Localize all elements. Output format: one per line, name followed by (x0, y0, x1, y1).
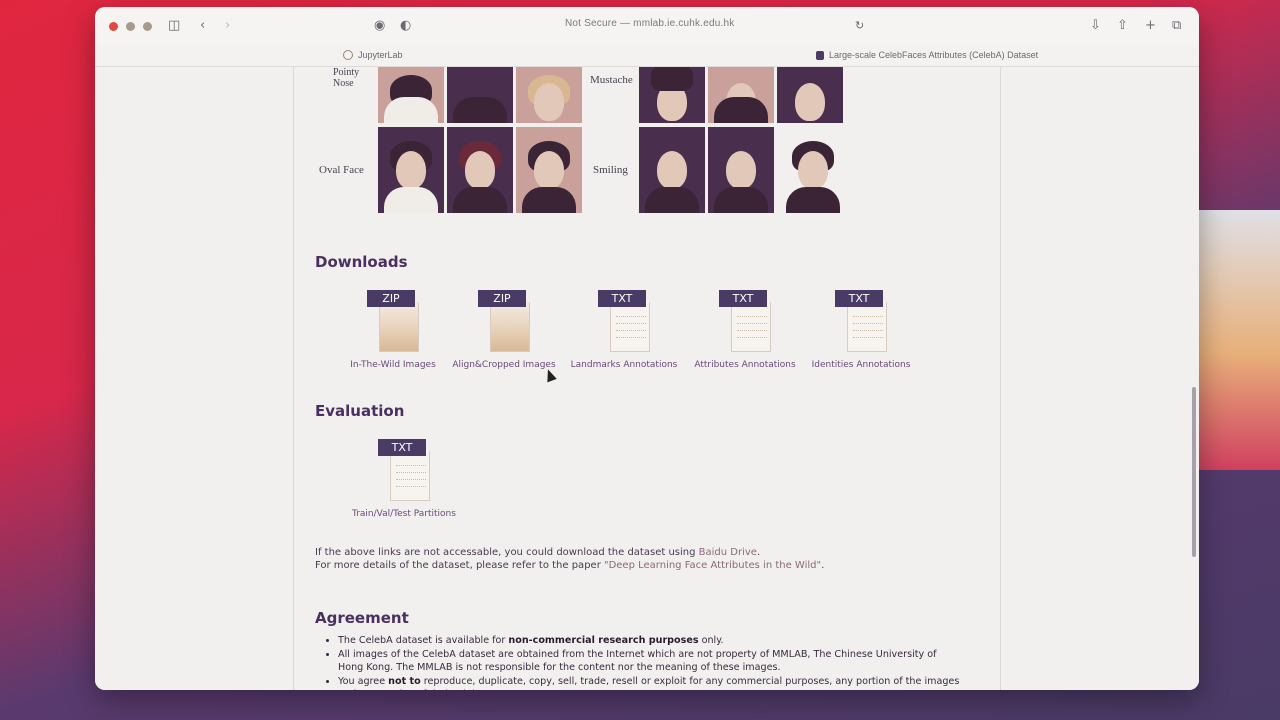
download-link-label[interactable]: Train/Val/Test Partitions (339, 509, 469, 519)
sample-image (516, 67, 582, 123)
reader-mode-icon[interactable]: ◐ (400, 19, 411, 33)
file-badge: TXT (719, 290, 767, 307)
agreement-text: reproduce, duplicate, copy, sell, trade,… (338, 676, 960, 690)
tab-jupyterlab[interactable]: JupyterLab (343, 50, 403, 60)
agreement-heading: Agreement (315, 609, 409, 627)
new-tab-icon[interactable]: + (1145, 19, 1156, 33)
agreement-text: You agree (338, 676, 389, 687)
close-window-button[interactable] (109, 21, 118, 31)
download-train-val-test-partitions[interactable]: TXT Train/Val/Test Partitions (339, 439, 469, 519)
agreement-item: The CelebA dataset is available for non-… (338, 634, 962, 647)
sidebar-toggle-icon[interactable]: ◫ (168, 19, 180, 33)
agreement-text: The CelebA dataset is available for (338, 635, 509, 646)
txt-file-icon: TXT (835, 290, 887, 352)
tab-bar: JupyterLab Large-scale CelebFaces Attrib… (95, 45, 1199, 67)
reload-icon[interactable]: ↻ (855, 19, 864, 33)
celeba-page: Pointy Nose Mustache Oval Face Smiling D… (293, 67, 1001, 690)
label-line: Nose (333, 78, 354, 89)
share-icon[interactable]: ⇧ (1117, 19, 1128, 33)
sample-image (447, 127, 513, 213)
downloads-heading: Downloads (315, 253, 408, 271)
sample-image (708, 67, 774, 123)
address-bar[interactable]: Not Secure — mmlab.ie.cuhk.edu.hk (565, 18, 734, 29)
sample-image (639, 67, 705, 123)
forward-arrow-icon[interactable]: › (225, 19, 230, 33)
note-text: . (756, 547, 761, 558)
zip-file-icon: ZIP (478, 290, 530, 352)
tab-overview-icon[interactable]: ⧉ (1172, 19, 1181, 33)
celeba-tab-icon (816, 50, 824, 60)
evaluation-heading: Evaluation (315, 402, 405, 420)
sample-image (708, 127, 774, 213)
file-badge: TXT (378, 439, 426, 456)
file-badge: TXT (835, 290, 883, 307)
download-attributes-annotations[interactable]: TXT Attributes Annotations (680, 290, 810, 370)
baidu-drive-link[interactable]: Baidu Drive (699, 547, 757, 558)
sample-image (378, 67, 444, 123)
browser-toolbar: ◫ ‹ › ◉ ◐ Not Secure — mmlab.ie.cuhk.edu… (95, 7, 1199, 45)
sample-image (447, 67, 513, 123)
sample-image (639, 127, 705, 213)
sample-image (777, 67, 843, 123)
tab-label: Large-scale CelebFaces Attributes (Celeb… (829, 50, 1039, 60)
download-link-label[interactable]: Landmarks Annotations (559, 360, 689, 370)
agreement-item: All images of the CelebA dataset are obt… (338, 648, 962, 674)
note-text: If the above links are not accessable, y… (315, 547, 699, 558)
page-scrollbar[interactable] (1192, 387, 1196, 557)
agreement-list: The CelebA dataset is available for non-… (322, 634, 962, 690)
note-text: For more details of the dataset, please … (315, 560, 604, 571)
attribute-label-pointy-nose: Pointy Nose (333, 67, 359, 89)
txt-file-icon: TXT (719, 290, 771, 352)
download-identities-annotations[interactable]: TXT Identities Annotations (796, 290, 926, 370)
jupyter-tab-icon (343, 50, 353, 60)
page-content: Pointy Nose Mustache Oval Face Smiling D… (95, 67, 1199, 690)
downloads-icon[interactable]: ⇩ (1090, 19, 1101, 33)
browser-window: ◫ ‹ › ◉ ◐ Not Secure — mmlab.ie.cuhk.edu… (95, 7, 1199, 690)
file-badge: ZIP (367, 290, 415, 307)
zoom-window-button[interactable] (143, 21, 152, 31)
zip-file-icon: ZIP (367, 290, 419, 352)
tab-celeba[interactable]: Large-scale CelebFaces Attributes (Celeb… (816, 50, 1038, 60)
download-align-cropped-images[interactable]: ZIP Align&Cropped Images (439, 290, 569, 370)
file-badge: TXT (598, 290, 646, 307)
alternate-download-note: If the above links are not accessable, y… (315, 546, 975, 572)
sample-image (378, 127, 444, 213)
attribute-label-oval-face: Oval Face (319, 164, 364, 176)
label-line: Pointy (333, 67, 360, 78)
privacy-report-icon[interactable]: ◉ (374, 19, 385, 33)
agreement-text: only. (698, 635, 724, 646)
tab-label: JupyterLab (358, 50, 403, 60)
agreement-emphasis: not to (388, 676, 421, 687)
txt-file-icon: TXT (378, 439, 430, 501)
file-badge: ZIP (478, 290, 526, 307)
download-landmarks-annotations[interactable]: TXT Landmarks Annotations (559, 290, 689, 370)
agreement-emphasis: non-commercial research purposes (508, 635, 699, 646)
txt-file-icon: TXT (598, 290, 650, 352)
download-link-label[interactable]: Identities Annotations (796, 360, 926, 370)
note-text: . (821, 560, 825, 571)
window-controls (109, 21, 152, 31)
download-link-label[interactable]: Attributes Annotations (680, 360, 810, 370)
minimize-window-button[interactable] (126, 21, 135, 31)
paper-link[interactable]: "Deep Learning Face Attributes in the Wi… (604, 560, 821, 571)
sample-image (516, 127, 582, 213)
back-arrow-icon[interactable]: ‹ (200, 19, 205, 33)
sample-image (784, 127, 842, 213)
attribute-label-smiling: Smiling (593, 164, 628, 176)
attribute-label-mustache: Mustache (590, 74, 633, 86)
agreement-item: You agree not to reproduce, duplicate, c… (338, 675, 962, 690)
